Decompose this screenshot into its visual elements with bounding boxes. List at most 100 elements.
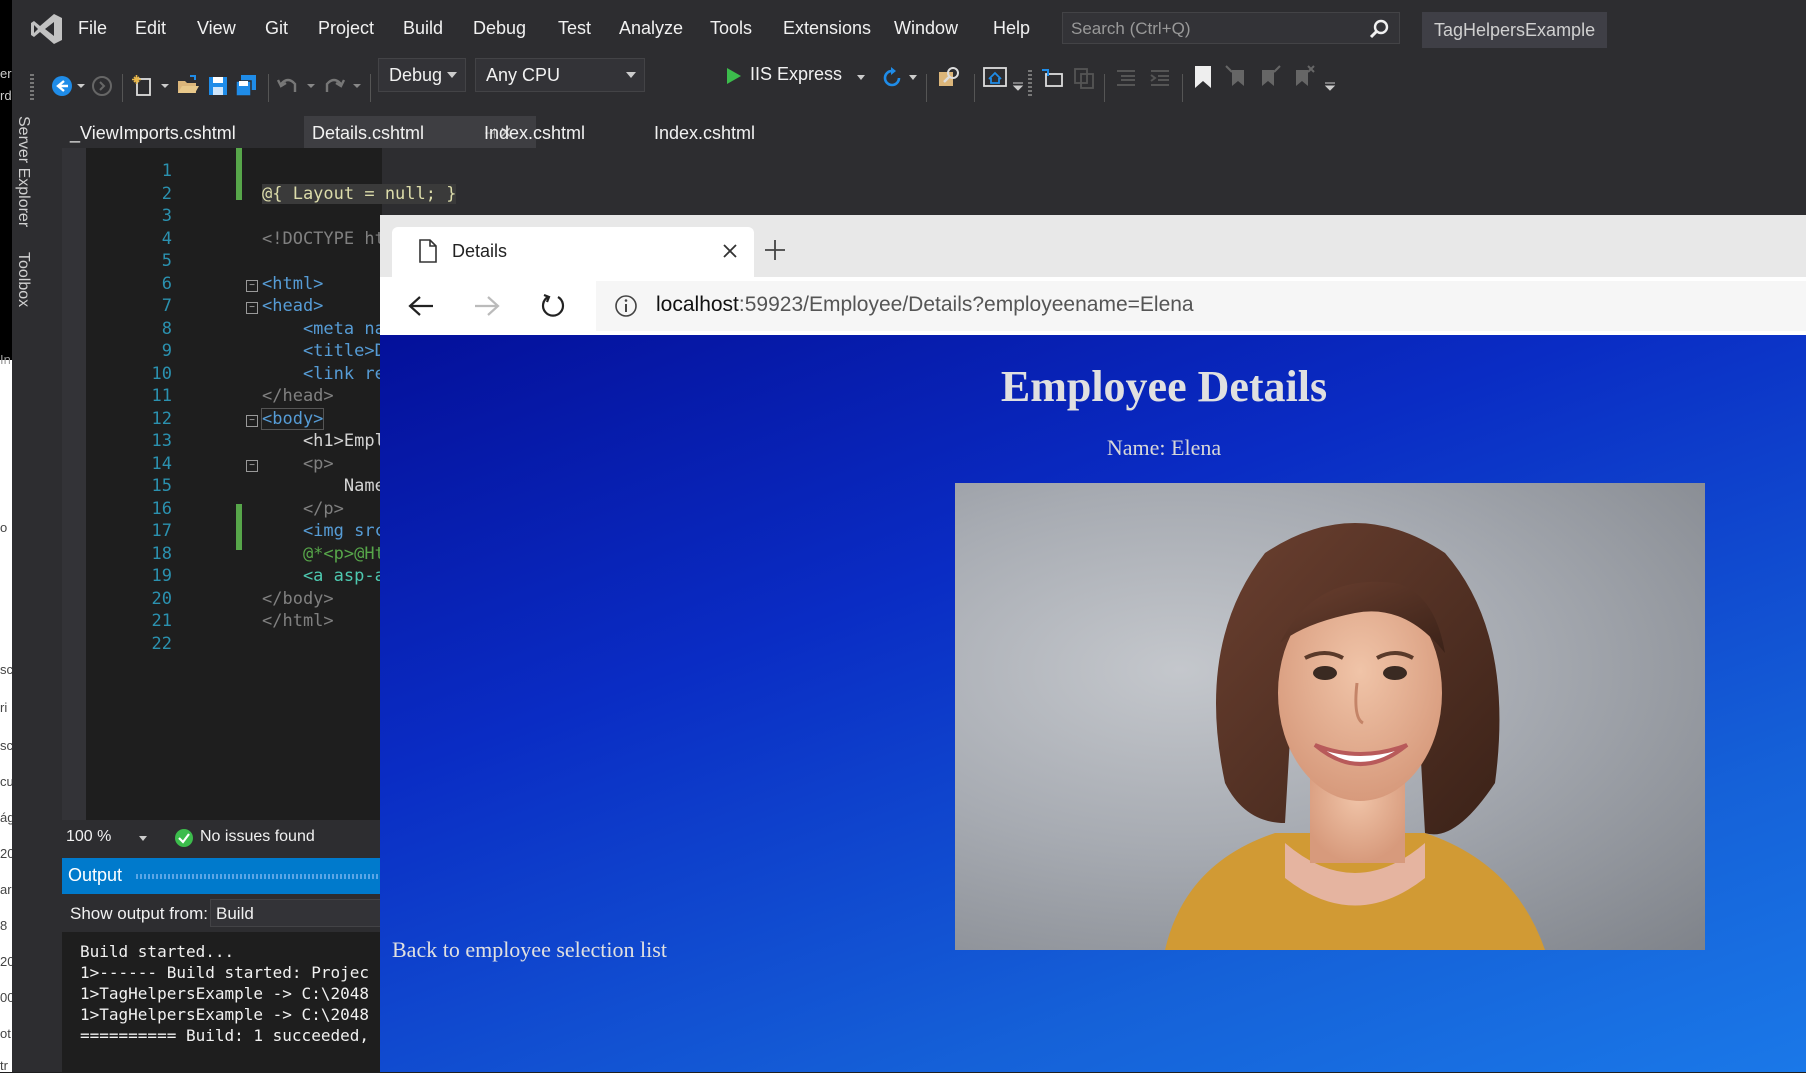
info-icon[interactable] [614, 294, 638, 318]
toolbar-separator [1104, 74, 1105, 102]
browser-tab-details[interactable]: Details [392, 227, 754, 277]
solution-platform-select[interactable]: Any CPU [475, 58, 645, 92]
solution-explorer-home-icon[interactable] [982, 64, 1008, 90]
menu-test[interactable]: Test [558, 18, 591, 39]
output-line: ========== Build: 1 succeeded, [80, 1026, 369, 1045]
toolbar-grip[interactable] [1028, 70, 1032, 98]
issues-status[interactable]: No issues found [200, 828, 315, 846]
clear-bookmarks-icon[interactable] [1292, 64, 1316, 90]
save-icon[interactable] [206, 74, 230, 98]
collapse-region-icon[interactable]: − [246, 302, 258, 314]
toolbar-overflow-chevron-icon[interactable] [1012, 80, 1024, 92]
output-panel-header[interactable]: Output [62, 858, 382, 894]
navigate-forward-icon[interactable] [90, 74, 114, 98]
solution-name-badge[interactable]: TagHelpersExample [1422, 12, 1608, 48]
menu-debug[interactable]: Debug [473, 18, 526, 39]
navigate-back-icon[interactable] [50, 74, 74, 98]
uncomment-lines-icon[interactable] [1148, 66, 1172, 90]
undo-icon[interactable] [276, 74, 300, 98]
back-arrow-icon[interactable] [408, 295, 434, 317]
collapse-region-icon[interactable]: − [246, 280, 258, 292]
output-source-select[interactable]: Build [210, 899, 382, 927]
menu-analyze[interactable]: Analyze [619, 18, 683, 39]
open-folder-icon[interactable] [176, 74, 200, 98]
zoom-select[interactable]: 100 % [66, 828, 111, 846]
collapse-region-icon[interactable]: − [246, 460, 258, 472]
url-host: localhost [656, 293, 739, 316]
browser-tab-title: Details [452, 241, 508, 261]
reload-icon[interactable] [540, 293, 566, 319]
menu-git[interactable]: Git [265, 18, 288, 39]
redo-dropdown-chevron-icon[interactable] [352, 74, 362, 98]
menu-build[interactable]: Build [403, 18, 443, 39]
play-icon [727, 68, 741, 84]
server-explorer-tab[interactable]: Server Explorer [14, 116, 32, 227]
next-bookmark-icon[interactable] [1258, 64, 1282, 90]
menu-tools[interactable]: Tools [710, 18, 752, 39]
menu-view[interactable]: View [197, 18, 236, 39]
new-project-icon[interactable] [132, 74, 156, 98]
search-input[interactable]: Search (Ctrl+Q) [1062, 12, 1400, 44]
code-editor[interactable]: 1 2 3 4 5 6 7 8 9 10 11 12 13 14 15 16 1… [62, 148, 457, 820]
tab-label: _ViewImports.cshtml [70, 123, 236, 143]
new-tab-icon[interactable] [764, 239, 786, 261]
document-tab-strip: _ViewImports.cshtml Details.cshtml ⊣ × I… [52, 116, 1806, 148]
output-line: Build started... [80, 942, 235, 961]
undo-dropdown-chevron-icon[interactable] [306, 74, 316, 98]
menu-help[interactable]: Help [993, 18, 1030, 39]
employee-portrait-illustration [1165, 523, 1545, 950]
address-bar[interactable]: localhost:59923/Employee/Details?employe… [596, 281, 1806, 331]
output-panel: Output Show output from: Build Build sta… [62, 858, 382, 1072]
change-marker [236, 148, 242, 200]
menu-file[interactable]: File [78, 18, 107, 39]
tab-viewimports[interactable]: _ViewImports.cshtml [62, 116, 244, 148]
new-dropdown-chevron-icon[interactable] [160, 74, 170, 98]
editor-margin [62, 148, 86, 820]
comment-lines-icon[interactable] [1114, 66, 1138, 90]
tab-index-1[interactable]: Index.cshtml [476, 116, 593, 148]
code-line: </body> [262, 589, 334, 609]
toolbar-separator [926, 74, 927, 102]
menu-extensions[interactable]: Extensions [783, 18, 871, 39]
run-target-dropdown-chevron-icon[interactable] [856, 74, 866, 82]
desktop-text-fragment: sc [0, 738, 12, 753]
desktop-text-fragment: rd [0, 88, 12, 103]
solution-platform-value: Any CPU [486, 65, 561, 85]
desktop-background-strip: er rd In o sc ri sc cu ág 20 ar 8 20 00 … [0, 0, 12, 1073]
solution-configuration-select[interactable]: Debug [378, 58, 466, 92]
refresh-browser-icon[interactable] [880, 66, 904, 90]
menu-project[interactable]: Project [318, 18, 374, 39]
desktop-text-fragment: 8 [0, 918, 8, 933]
line-number: 7 [161, 296, 172, 316]
solution-configuration-value: Debug [389, 65, 443, 85]
save-all-icon[interactable] [234, 74, 258, 98]
copy-icon[interactable] [1072, 66, 1096, 90]
menu-edit[interactable]: Edit [135, 18, 166, 39]
browser-window: Details localhost:59923/Employee/Details… [380, 215, 1806, 1072]
tab-index-2[interactable]: Index.cshtml [646, 116, 763, 148]
line-number: 10 [151, 364, 172, 384]
menu-window[interactable]: Window [894, 18, 958, 39]
toggle-bookmark-icon[interactable] [1192, 64, 1214, 90]
desktop-text-fragment: o [0, 520, 8, 535]
refresh-dropdown-chevron-icon[interactable] [908, 74, 918, 82]
close-tab-icon[interactable] [722, 243, 738, 259]
back-dropdown-chevron-icon[interactable] [76, 74, 86, 98]
attach-to-process-icon[interactable] [1040, 66, 1064, 90]
zoom-chevron-down-icon[interactable] [138, 835, 148, 843]
forward-arrow-icon[interactable] [474, 295, 500, 317]
redo-icon[interactable] [322, 74, 346, 98]
toolbar-overflow-chevron-icon[interactable] [1324, 80, 1336, 92]
panel-grip [136, 874, 382, 879]
collapse-region-icon[interactable]: − [246, 415, 258, 427]
toolbox-tab[interactable]: Toolbox [14, 252, 32, 307]
desktop-text-fragment: 00 [0, 990, 12, 1005]
employee-name: Name: Elena [1106, 435, 1222, 460]
chevron-down-icon [447, 72, 457, 78]
find-in-files-icon[interactable] [936, 64, 962, 90]
previous-bookmark-icon[interactable] [1224, 64, 1248, 90]
change-marker [236, 504, 242, 550]
back-to-list-link[interactable]: Back to employee selection list [392, 937, 667, 963]
chevron-down-icon [626, 72, 636, 78]
line-number: 21 [151, 611, 172, 631]
